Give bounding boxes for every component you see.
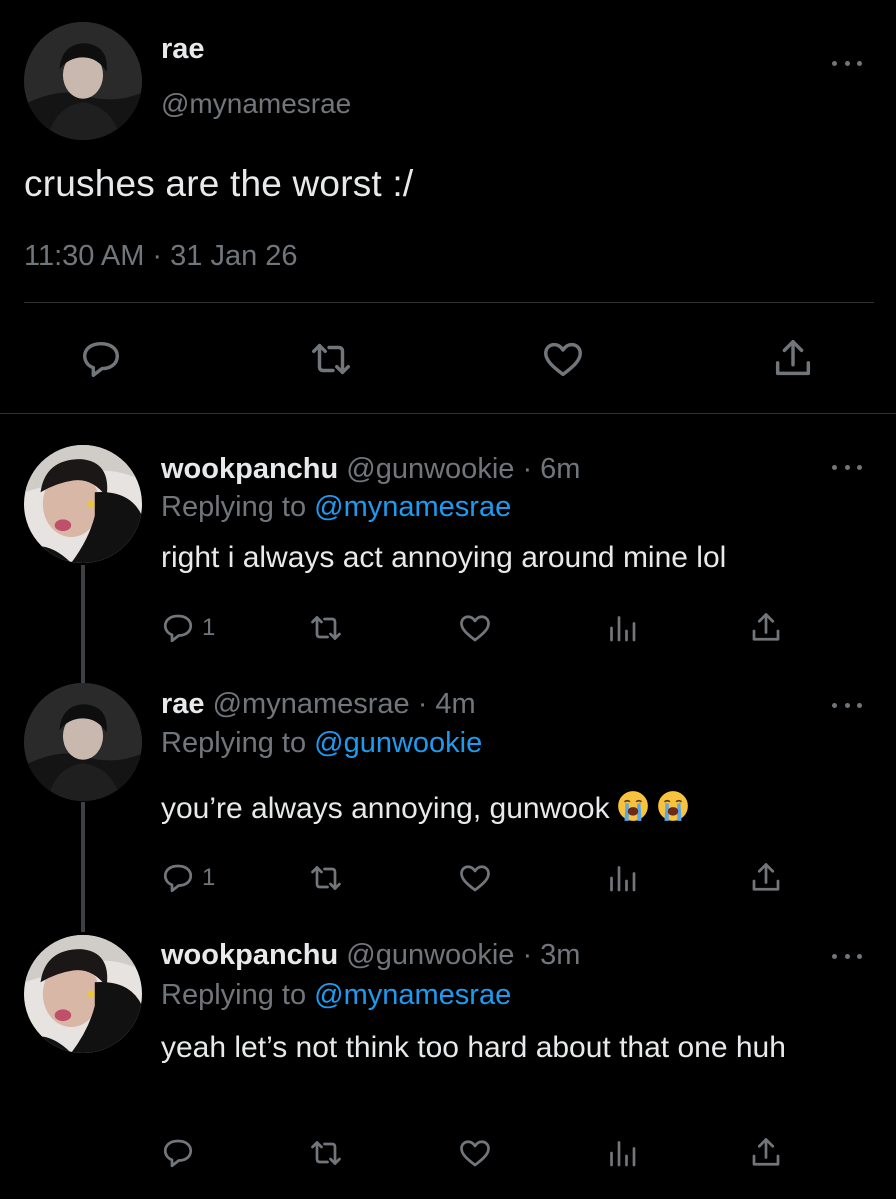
reply-handle-time[interactable]: @gunwookie · 6m <box>338 453 580 485</box>
analytics-button[interactable] <box>604 608 640 648</box>
more-options-icon[interactable] <box>832 58 862 68</box>
replying-to-line: Replying to @mynamesrae <box>161 979 511 1012</box>
more-options-icon[interactable] <box>832 700 862 710</box>
heart-icon <box>544 342 582 377</box>
like-button[interactable] <box>457 1133 493 1173</box>
profile-photo-icon <box>24 22 142 140</box>
reply-button[interactable] <box>160 1133 202 1173</box>
heart-icon <box>460 865 490 892</box>
tweet-action-bar <box>0 336 896 384</box>
reply-icon <box>163 1139 193 1168</box>
retweet-icon <box>311 616 341 640</box>
reply-author-name[interactable]: rae <box>161 688 205 720</box>
reply-header: wookpanchu @gunwookie · 3m <box>161 939 580 972</box>
reply-action-bar: 1 <box>0 858 896 898</box>
loudly-crying-face-icon <box>616 789 650 823</box>
profile-photo-icon <box>24 683 142 801</box>
tweet-text: crushes are the worst :/ <box>24 163 414 204</box>
reply-author-name[interactable]: wookpanchu <box>161 453 338 485</box>
retweet-button[interactable] <box>308 608 344 648</box>
share-button[interactable] <box>748 1133 784 1173</box>
analytics-button[interactable] <box>604 1133 640 1173</box>
main-tweet: rae @mynamesrae crushes are the worst :/… <box>0 0 896 414</box>
replying-to-mention[interactable]: @gunwookie <box>314 727 482 759</box>
share-button[interactable] <box>748 608 784 648</box>
author-name[interactable]: rae <box>161 33 205 66</box>
loudly-crying-face-icon <box>656 789 690 823</box>
reply-icon <box>163 864 193 893</box>
avatar[interactable] <box>24 22 142 140</box>
reply-text: right i always act annoying around mine … <box>161 541 727 574</box>
reply-text: you’re always annoying, gunwook <box>161 792 610 825</box>
share-button[interactable] <box>748 858 784 898</box>
reply-text: yeah let’s not think too hard about that… <box>161 1031 786 1064</box>
reply-icon <box>82 341 120 378</box>
analytics-icon <box>610 616 636 642</box>
profile-photo-icon <box>24 935 142 1053</box>
replying-to-line: Replying to @gunwookie <box>161 727 482 760</box>
share-icon <box>775 340 811 376</box>
like-button[interactable] <box>457 608 493 648</box>
more-options-icon[interactable] <box>832 462 862 472</box>
retweet-button[interactable] <box>308 858 344 898</box>
share-icon <box>752 863 780 891</box>
retweet-button[interactable] <box>308 336 354 382</box>
heart-icon <box>460 615 490 642</box>
analytics-button[interactable] <box>604 858 640 898</box>
avatar[interactable] <box>24 445 142 563</box>
retweet-icon <box>312 343 350 375</box>
share-icon <box>752 1138 780 1166</box>
analytics-icon <box>610 1141 636 1167</box>
reply-count: 1 <box>202 864 216 891</box>
share-icon <box>752 613 780 641</box>
reply-button[interactable]: 1 <box>160 858 215 898</box>
replying-to-mention[interactable]: @mynamesrae <box>314 979 511 1011</box>
avatar[interactable] <box>24 683 142 801</box>
replying-to-label: Replying to <box>161 727 315 759</box>
reply-tweet[interactable]: wookpanchu @gunwookie · 3m Replying to @… <box>0 935 896 1185</box>
reply-handle-time[interactable]: @mynamesrae · 4m <box>205 688 476 720</box>
like-button[interactable] <box>457 858 493 898</box>
tweet-thread-page: rae @mynamesrae crushes are the worst :/… <box>0 0 896 1199</box>
avatar[interactable] <box>24 935 142 1053</box>
tweet-timestamp[interactable]: 11:30 AM · 31 Jan 26 <box>24 240 298 273</box>
retweet-icon <box>311 1141 341 1165</box>
profile-photo-icon <box>24 445 142 563</box>
divider <box>0 413 896 414</box>
reply-count: 1 <box>202 614 216 641</box>
reply-button[interactable]: 1 <box>160 608 215 648</box>
reply-button[interactable] <box>78 336 124 382</box>
reply-header: rae @mynamesrae · 4m <box>161 688 476 721</box>
replying-to-label: Replying to <box>161 491 315 523</box>
replying-to-label: Replying to <box>161 979 315 1011</box>
reply-header: wookpanchu @gunwookie · 6m <box>161 453 580 486</box>
retweet-icon <box>311 866 341 890</box>
divider <box>24 302 874 303</box>
replying-to-line: Replying to @mynamesrae <box>161 491 511 524</box>
replying-to-mention[interactable]: @mynamesrae <box>314 491 511 523</box>
reply-action-bar <box>0 1133 896 1173</box>
retweet-button[interactable] <box>308 1133 344 1173</box>
reply-author-name[interactable]: wookpanchu <box>161 939 338 971</box>
share-button[interactable] <box>770 336 816 382</box>
heart-icon <box>460 1140 490 1167</box>
reply-icon <box>163 614 193 643</box>
reply-handle-time[interactable]: @gunwookie · 3m <box>338 939 580 971</box>
reply-tweet[interactable]: rae @mynamesrae · 4m Replying to @gunwoo… <box>0 683 896 908</box>
author-handle[interactable]: @mynamesrae <box>161 88 351 120</box>
reply-text-line: you’re always annoying, gunwook <box>161 789 861 828</box>
like-button[interactable] <box>540 336 586 382</box>
reply-action-bar: 1 <box>0 608 896 648</box>
more-options-icon[interactable] <box>832 951 862 961</box>
analytics-icon <box>610 866 636 892</box>
reply-tweet[interactable]: wookpanchu @gunwookie · 6m Replying to @… <box>0 445 896 660</box>
